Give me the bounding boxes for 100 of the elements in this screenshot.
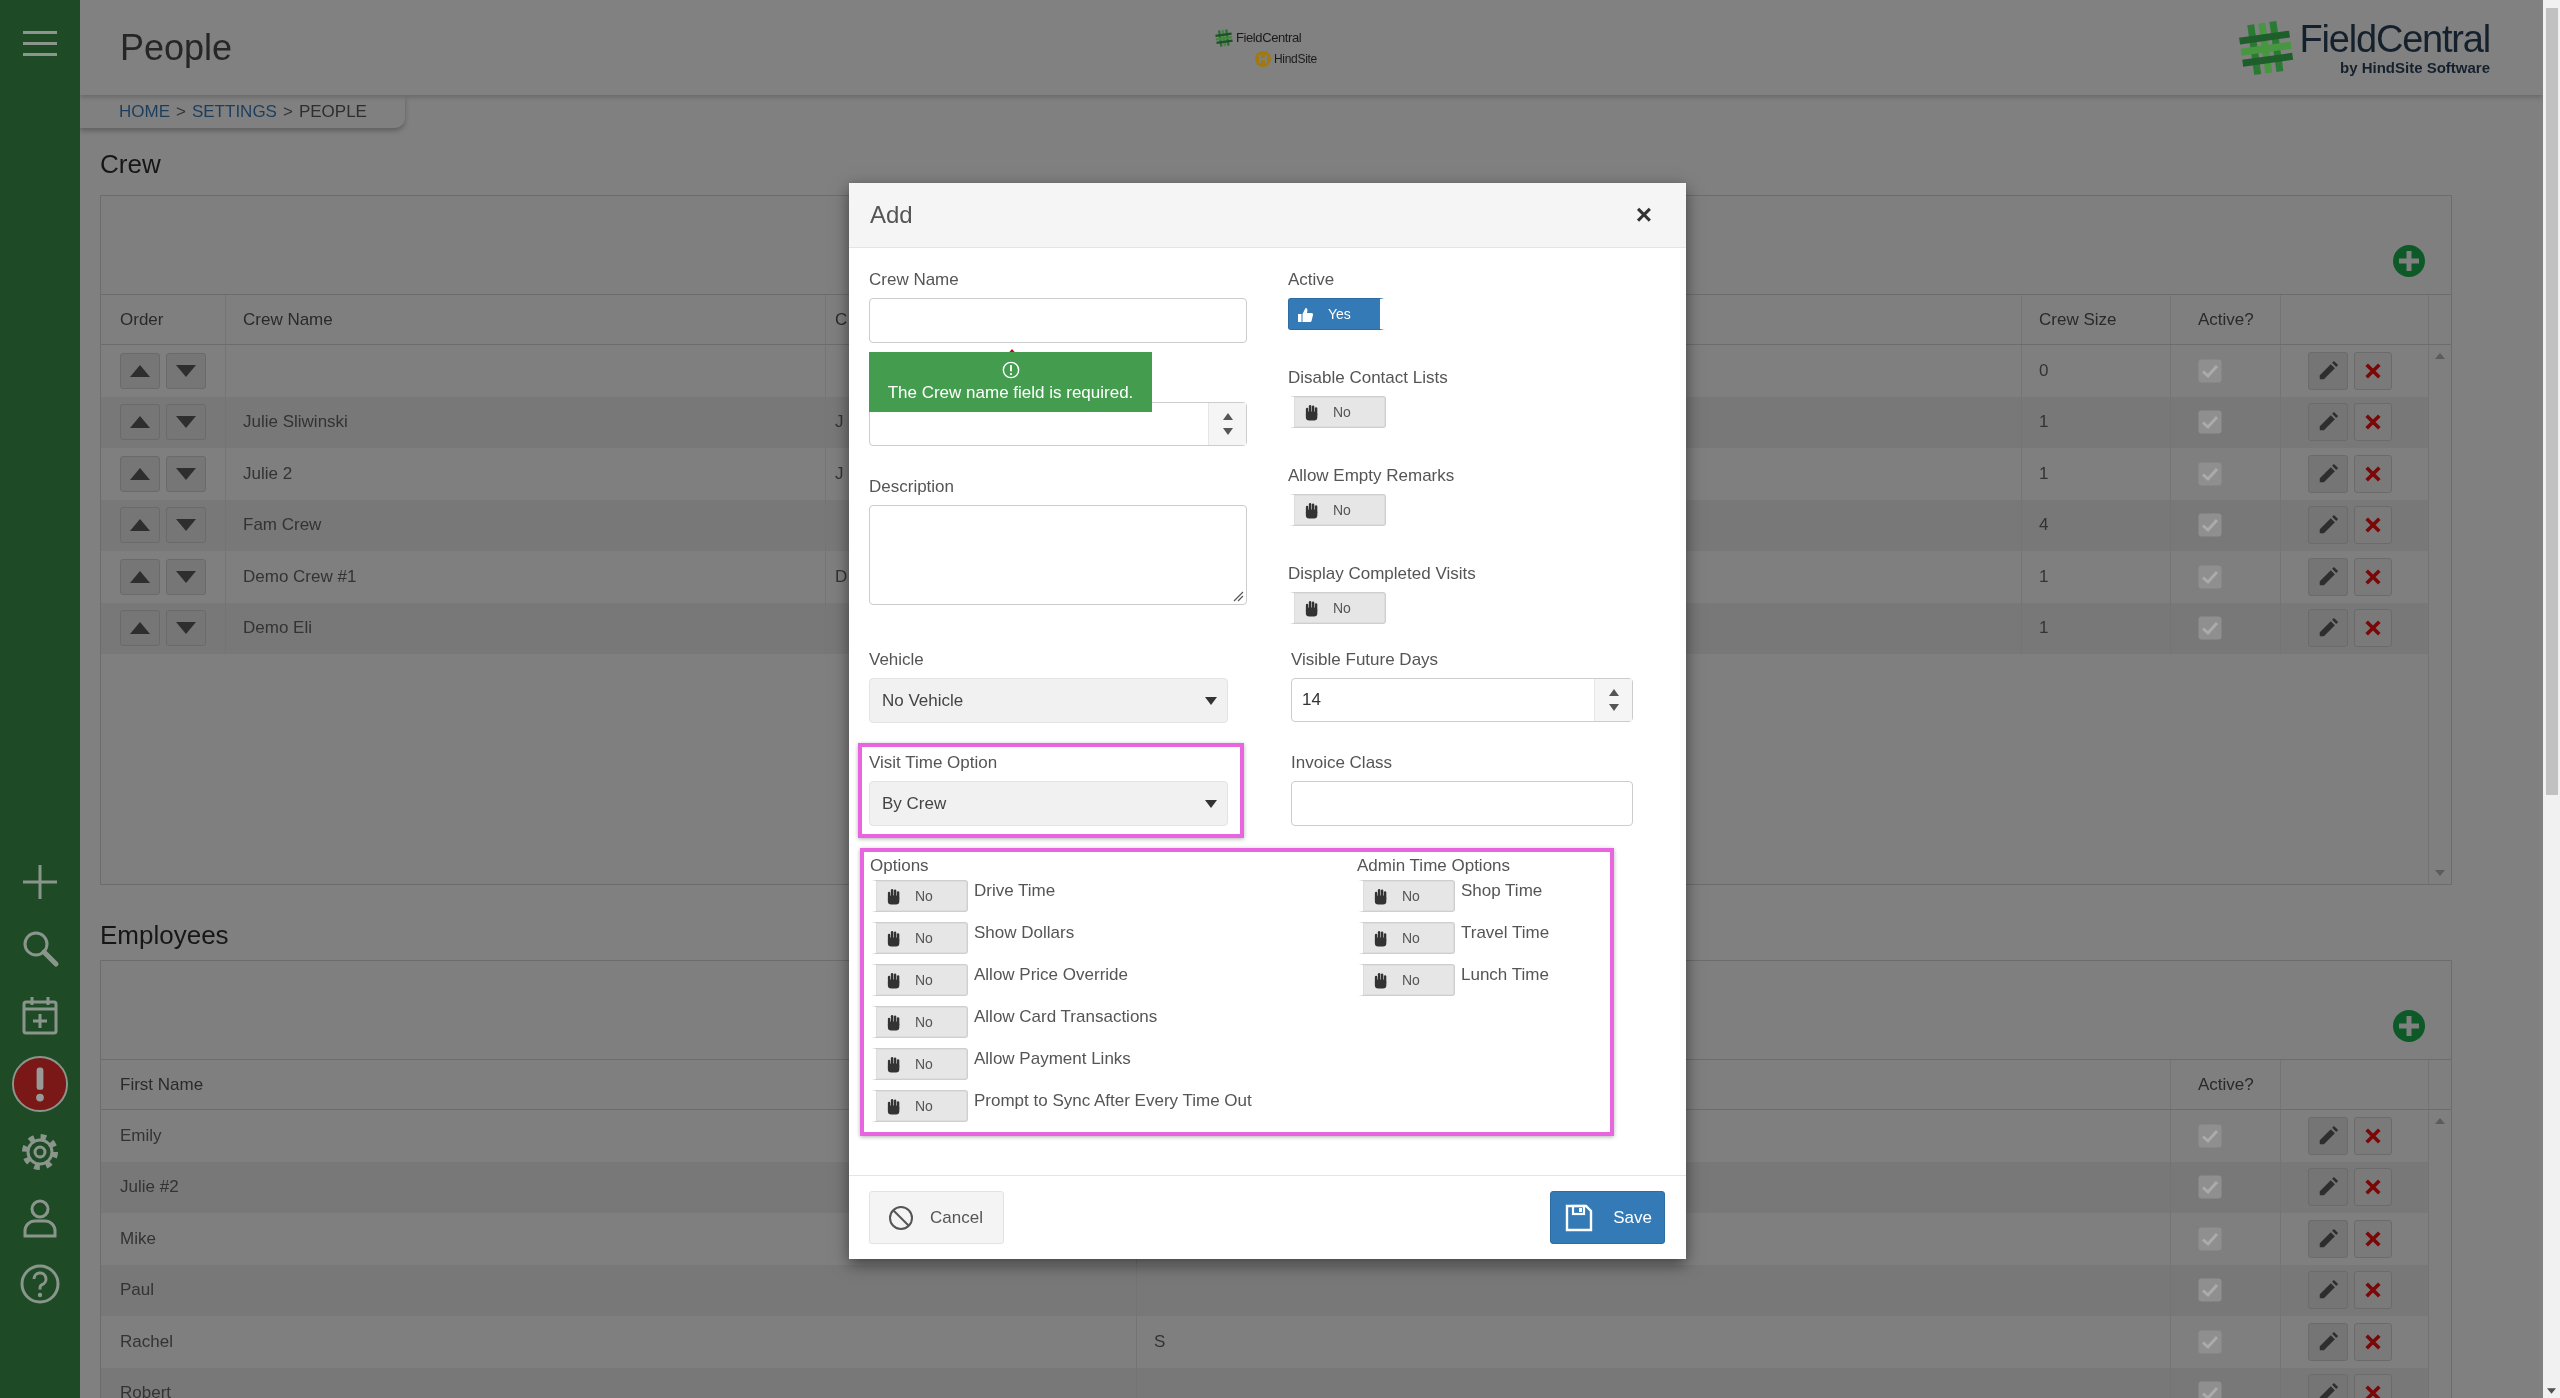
- move-up-button[interactable]: [120, 455, 160, 492]
- save-button[interactable]: Save: [1550, 1191, 1665, 1244]
- scroll-down-icon[interactable]: [2547, 1388, 2556, 1394]
- toggle-switch[interactable]: No: [1288, 592, 1386, 624]
- toggle-switch[interactable]: No: [870, 1006, 968, 1038]
- edit-button[interactable]: [2308, 454, 2348, 493]
- toggle-switch[interactable]: No: [870, 880, 968, 912]
- option-label: Allow Card Transactions: [974, 1006, 1158, 1028]
- toggle-switch[interactable]: No: [870, 922, 968, 954]
- toggle-switch[interactable]: No: [1288, 396, 1386, 428]
- move-up-button[interactable]: [120, 404, 160, 441]
- edit-button[interactable]: [2308, 506, 2348, 545]
- move-up-button[interactable]: [120, 507, 160, 544]
- toggle-switch[interactable]: No: [1357, 880, 1455, 912]
- settings-icon[interactable]: [20, 1132, 60, 1172]
- calendar-icon[interactable]: [20, 994, 60, 1036]
- move-down-button[interactable]: [166, 507, 206, 544]
- toggle-switch[interactable]: No: [870, 1048, 968, 1080]
- delete-button[interactable]: [2354, 1271, 2392, 1310]
- checked-checkbox-icon[interactable]: [2198, 513, 2222, 538]
- checked-checkbox-icon[interactable]: [2198, 1226, 2222, 1251]
- move-down-button[interactable]: [166, 610, 206, 647]
- menu-icon[interactable]: [23, 31, 57, 57]
- checked-checkbox-icon[interactable]: [2198, 410, 2222, 435]
- text-field[interactable]: [1291, 781, 1633, 826]
- move-down-button[interactable]: [166, 558, 206, 595]
- checked-checkbox-icon[interactable]: [2198, 1329, 2222, 1354]
- checked-checkbox-icon[interactable]: [2198, 616, 2222, 641]
- toggle-switch[interactable]: No: [1357, 964, 1455, 996]
- stepper-icon[interactable]: [1607, 687, 1620, 713]
- plus-icon[interactable]: [20, 862, 60, 902]
- stepper-icon[interactable]: [1221, 411, 1234, 437]
- edit-button[interactable]: [2308, 1168, 2348, 1207]
- edit-button[interactable]: [2308, 1116, 2348, 1155]
- pencil-icon: [2317, 462, 2339, 485]
- down-triangle-icon: [176, 519, 196, 532]
- table-cell: Demo Crew #1: [243, 566, 357, 587]
- edit-button[interactable]: [2308, 351, 2348, 390]
- cancel-button[interactable]: Cancel: [869, 1191, 1004, 1244]
- field-label: Invoice Class: [1291, 753, 1394, 773]
- delete-button[interactable]: [2354, 1219, 2392, 1258]
- dropdown[interactable]: By Crew: [869, 781, 1228, 826]
- delete-button[interactable]: [2354, 454, 2392, 493]
- delete-button[interactable]: [2354, 609, 2392, 648]
- checked-checkbox-icon[interactable]: [2198, 358, 2222, 383]
- delete-button[interactable]: [2354, 403, 2392, 442]
- edit-button[interactable]: [2308, 403, 2348, 442]
- edit-button[interactable]: [2308, 609, 2348, 648]
- close-button[interactable]: ×: [1635, 199, 1652, 231]
- column-header: Crew Name: [243, 309, 333, 330]
- validation-message: The Crew name field is required.: [887, 383, 1134, 403]
- down-triangle-icon: [176, 467, 196, 480]
- page-title: People: [119, 26, 233, 69]
- help-icon[interactable]: [20, 1264, 60, 1304]
- alert-icon[interactable]: [11, 1055, 69, 1113]
- close-icon: [2364, 361, 2382, 380]
- checked-checkbox-icon[interactable]: [2198, 1381, 2222, 1398]
- close-icon: [2364, 1384, 2382, 1398]
- move-down-button[interactable]: [166, 455, 206, 492]
- add-icon[interactable]: [2393, 245, 2425, 277]
- checked-checkbox-icon[interactable]: [2198, 1123, 2222, 1148]
- move-down-button[interactable]: [166, 404, 206, 441]
- scroll-up-icon[interactable]: [2435, 353, 2445, 359]
- text-field[interactable]: [869, 298, 1247, 343]
- delete-button[interactable]: [2354, 506, 2392, 545]
- toggle-switch[interactable]: No: [870, 1090, 968, 1122]
- checked-checkbox-icon[interactable]: [2198, 461, 2222, 486]
- toggle-switch[interactable]: No: [870, 964, 968, 996]
- option-label: Shop Time: [1461, 880, 1543, 902]
- move-up-button[interactable]: [120, 610, 160, 647]
- scrollbar-thumb[interactable]: [2545, 8, 2558, 795]
- column-header: Order: [120, 309, 164, 330]
- field-label: Visible Future Days: [1291, 650, 1440, 670]
- toggle-switch[interactable]: No: [1357, 922, 1455, 954]
- dropdown[interactable]: No Vehicle: [869, 678, 1228, 723]
- add-icon[interactable]: [2393, 1010, 2425, 1042]
- close-icon: [2364, 1178, 2382, 1197]
- edit-button[interactable]: [2308, 557, 2348, 596]
- checked-checkbox-icon[interactable]: [2198, 564, 2222, 589]
- hand-icon: [1304, 403, 1319, 421]
- section-title: Employees: [100, 921, 229, 949]
- delete-button[interactable]: [2354, 1116, 2392, 1155]
- edit-button[interactable]: [2308, 1322, 2348, 1361]
- toggle-switch[interactable]: No: [1288, 494, 1386, 526]
- close-icon: [2364, 516, 2382, 535]
- delete-button[interactable]: [2354, 1168, 2392, 1207]
- move-up-button[interactable]: [120, 558, 160, 595]
- checked-checkbox-icon[interactable]: [2198, 1175, 2222, 1200]
- delete-button[interactable]: [2354, 1322, 2392, 1361]
- delete-button[interactable]: [2354, 557, 2392, 596]
- group-title: Options: [870, 856, 930, 876]
- delete-button[interactable]: [2354, 351, 2392, 390]
- toggle-switch[interactable]: Yes: [1288, 298, 1386, 330]
- move-up-button[interactable]: [120, 352, 160, 389]
- move-down-button[interactable]: [166, 352, 206, 389]
- number-field[interactable]: 14: [1291, 678, 1633, 722]
- edit-button[interactable]: [2308, 1219, 2348, 1258]
- edit-button[interactable]: [2308, 1271, 2348, 1310]
- checked-checkbox-icon[interactable]: [2198, 1278, 2222, 1303]
- scroll-up-icon[interactable]: [2435, 1118, 2445, 1124]
